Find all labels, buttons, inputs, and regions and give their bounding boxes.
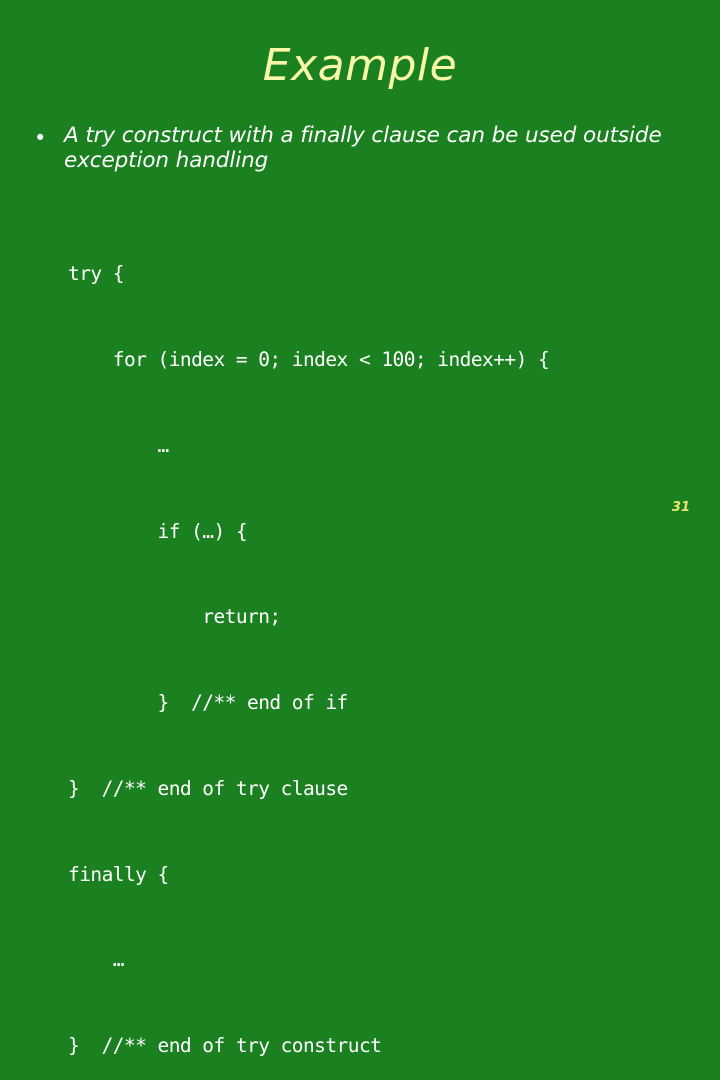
code-line: } //** end of try construct [68, 1034, 382, 1058]
code-line: … [68, 433, 170, 457]
code-line: return; [68, 605, 281, 629]
code-line: } //** end of try clause [68, 776, 348, 800]
code-line: try { [68, 262, 125, 286]
page-title: Example [262, 40, 458, 91]
presentation-slide: Example • A try construct with a finally… [0, 0, 720, 1057]
code-line: … [68, 948, 125, 972]
bullet-text: A try construct with a finally clause ca… [64, 123, 662, 173]
list-item: • A try construct with a finally clause … [34, 123, 690, 174]
code-line: finally { [68, 862, 169, 886]
code-sample: try { for (index = 0; index < 100; index… [68, 203, 708, 1080]
code-line: for (index = 0; index < 100; index++) { [68, 347, 550, 371]
code-line: } //** end of if [68, 691, 349, 715]
page-number: 31 [671, 500, 690, 515]
bullet-marker-icon: • [34, 126, 47, 150]
bullet-list: • A try construct with a finally clause … [34, 123, 690, 174]
code-line: if (…) { [68, 519, 248, 543]
